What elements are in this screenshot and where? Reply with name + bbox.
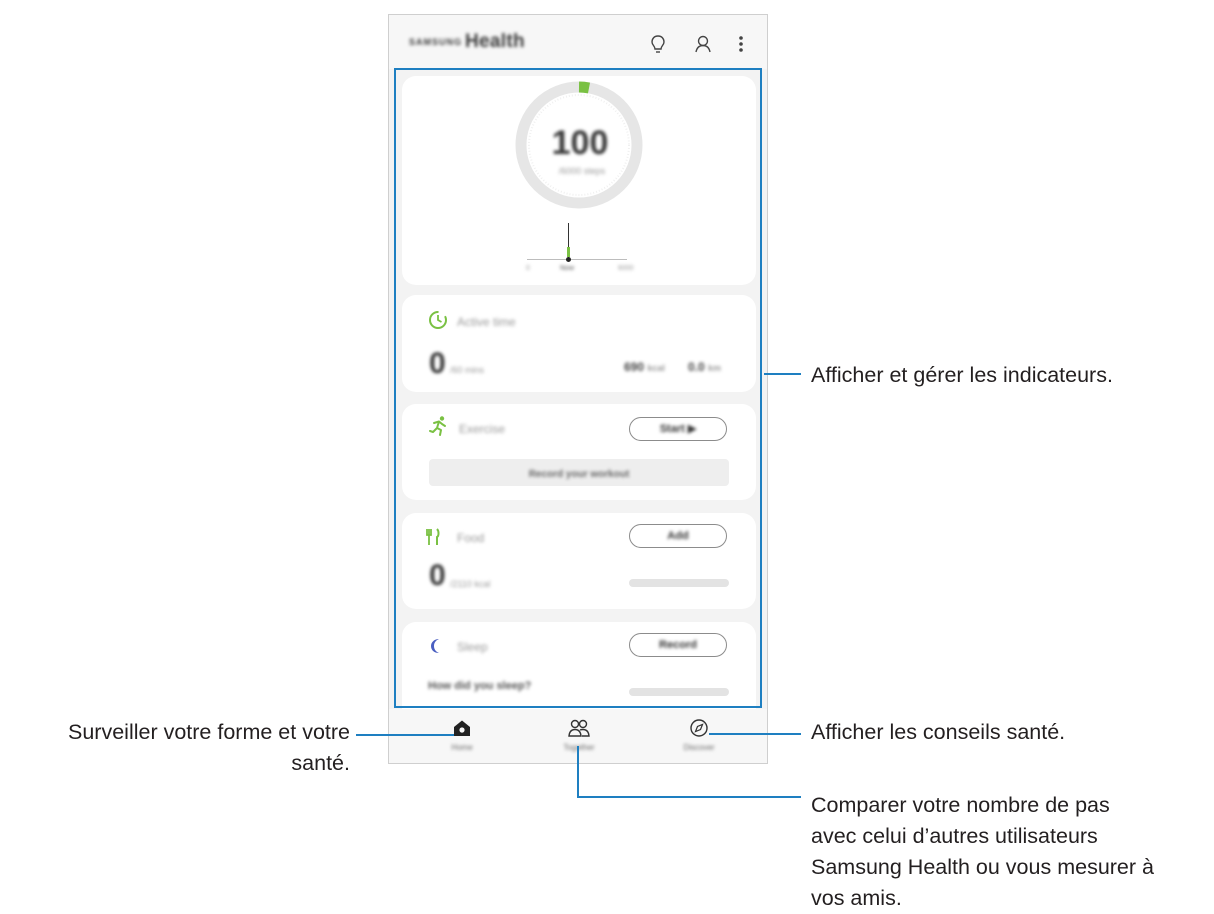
nav-discover-label: Discover — [683, 743, 715, 752]
app-title-text: Health — [465, 31, 525, 52]
compare-callout-line-vertical — [577, 746, 579, 798]
compare-callout-text: Comparer votre nombre de pas avec celui … — [811, 790, 1154, 914]
lightbulb-icon[interactable] — [648, 33, 668, 55]
monitor-callout-text: Surveiller votre forme et votre santé. — [0, 717, 350, 779]
brand-label: SAMSUNG — [409, 36, 463, 47]
home-icon — [454, 720, 470, 736]
more-options-icon[interactable] — [731, 33, 751, 55]
monitor-callout-line — [356, 734, 454, 736]
compare-callout-line1: Comparer votre nombre de pas — [811, 793, 1110, 817]
nav-home[interactable]: Home — [422, 715, 502, 761]
app-bar: SAMSUNG Health — [389, 15, 767, 69]
tips-callout-text: Afficher les conseils santé. — [811, 720, 1066, 744]
nav-together-label: Together — [539, 743, 619, 752]
person-icon[interactable] — [693, 33, 713, 55]
compare-callout-line3: Samsung Health ou vous mesurer à — [811, 855, 1154, 879]
compass-icon — [690, 719, 708, 737]
monitor-callout-line2: santé. — [291, 751, 350, 775]
app-title: SAMSUNG Health — [409, 31, 525, 53]
indicators-callout-line — [764, 373, 801, 375]
nav-together[interactable]: Together — [539, 715, 619, 761]
compare-callout-line-horizontal — [577, 796, 801, 798]
monitor-callout-line1: Surveiller votre forme et votre — [68, 720, 350, 744]
together-icon — [568, 719, 590, 737]
nav-discover[interactable]: Discover — [659, 715, 739, 761]
compare-callout-line4: vos amis. — [811, 886, 902, 910]
nav-home-label: Home — [451, 743, 473, 752]
compare-callout-line2: avec celui d’autres utilisateurs — [811, 824, 1098, 848]
tips-callout-line — [709, 733, 801, 735]
indicators-highlight-frame — [394, 68, 762, 708]
indicators-callout-text: Afficher et gérer les indicateurs. — [811, 363, 1113, 387]
